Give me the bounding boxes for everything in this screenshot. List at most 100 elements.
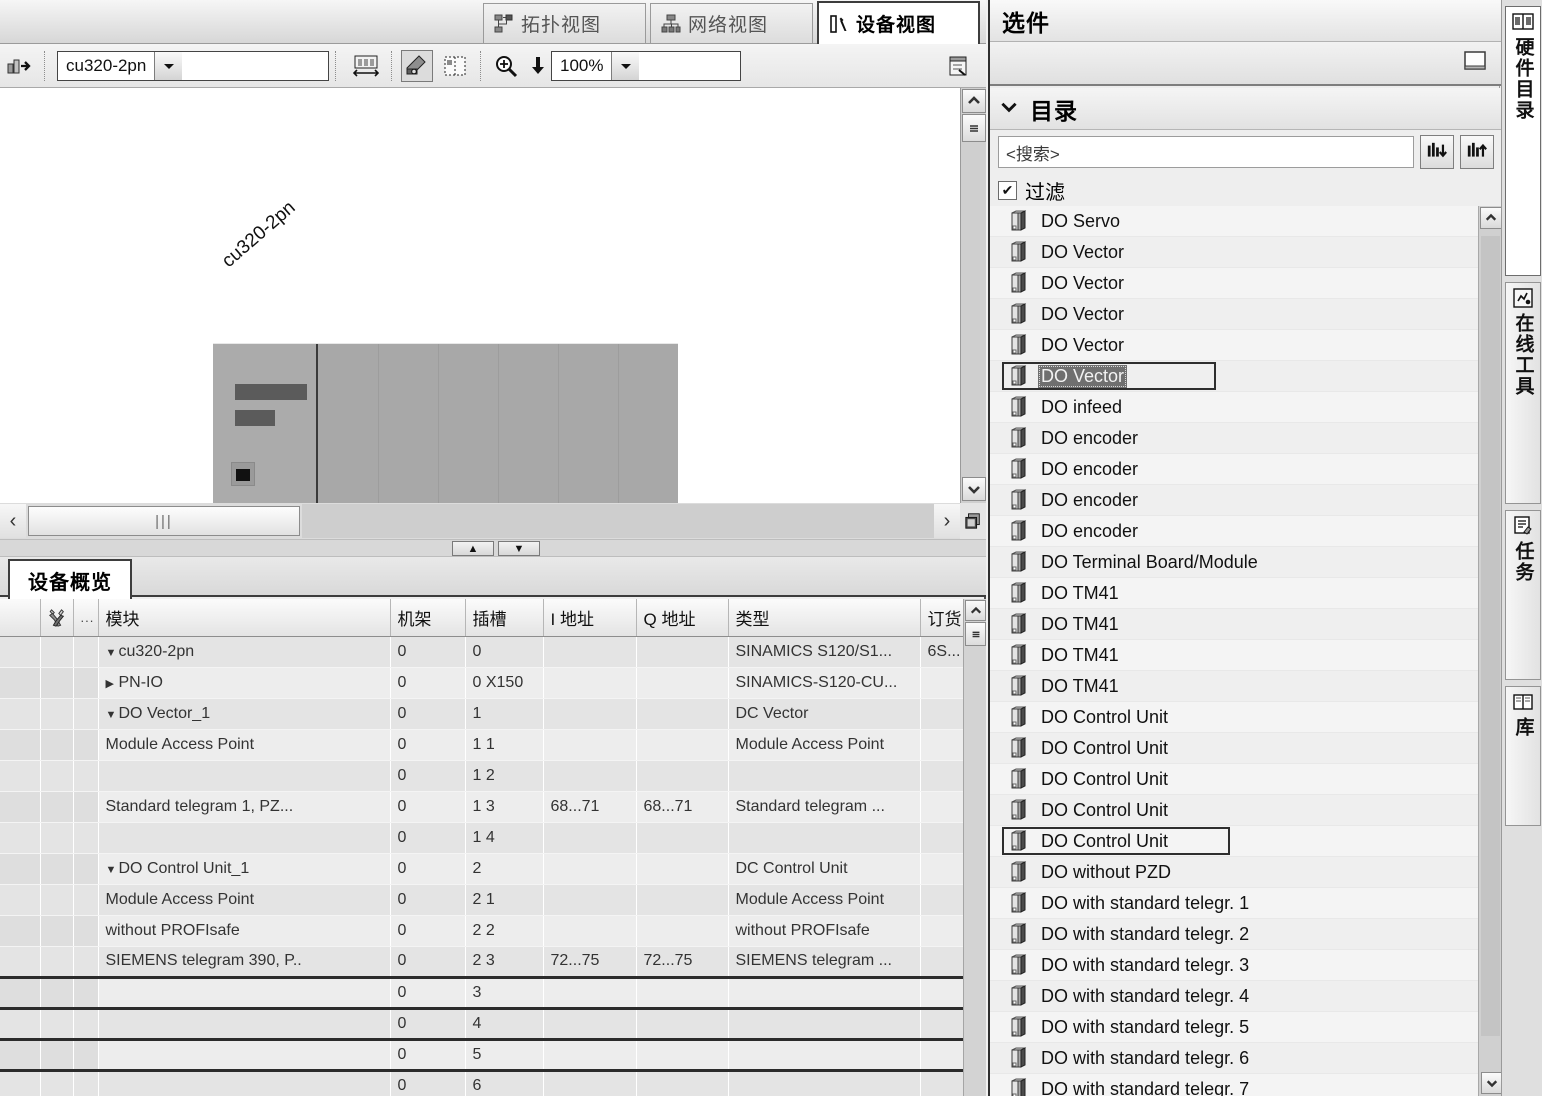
catalog-list-item[interactable]: DO encoder <box>990 485 1478 516</box>
editor-splitter[interactable]: ▲ ▼ <box>0 539 986 557</box>
device-overview-table-wrap[interactable]: ... 模块 机架 插槽 I 地址 Q 地址 类型 订货 ▼ cu320-2pn 0… <box>0 599 986 1096</box>
catalog-list-item[interactable]: DO encoder <box>990 516 1478 547</box>
device-select-combo[interactable]: cu320-2pn <box>57 50 329 81</box>
maximize-pane-icon[interactable] <box>1462 48 1488 78</box>
col-wrench[interactable] <box>40 599 74 637</box>
canvas-vscrollbar[interactable] <box>960 88 986 503</box>
catalog-list-item[interactable]: DO Vector <box>990 361 1478 392</box>
col-slot[interactable]: 插槽 <box>465 599 544 637</box>
scroll-thumb-grip[interactable] <box>965 622 986 646</box>
col-order-number[interactable]: 订货 <box>920 599 964 637</box>
col-rack[interactable]: 机架 <box>390 599 466 637</box>
catalog-section-header[interactable]: 目录 <box>990 88 1502 130</box>
catalog-list-item[interactable]: DO Vector <box>990 330 1478 361</box>
tree-collapsed-icon[interactable]: ▶ <box>106 677 119 690</box>
cell-module[interactable]: ▼ cu320-2pn <box>98 636 391 668</box>
col-module[interactable]: 模块 <box>98 599 391 637</box>
catalog-list-item[interactable]: DO with standard telegr. 4 <box>990 981 1478 1012</box>
highlight-module-icon[interactable] <box>401 49 433 82</box>
tree-expanded-icon[interactable]: ▼ <box>106 647 119 659</box>
chevron-up-icon[interactable] <box>962 89 986 113</box>
restore-window-icon[interactable] <box>960 503 986 539</box>
cell-module[interactable]: ▼ DO Control Unit_1 <box>98 853 391 885</box>
show-grid-icon[interactable] <box>439 50 471 82</box>
catalog-vscrollbar[interactable] <box>1478 206 1503 1096</box>
chevron-up-icon[interactable] <box>1480 207 1502 229</box>
catalog-scroll-thumb[interactable] <box>1481 236 1500 1036</box>
chevron-down-icon[interactable] <box>1481 1072 1503 1094</box>
tab-topology-view[interactable]: 拓扑视图 <box>483 3 646 43</box>
side-tab-tasks[interactable]: 任务 <box>1505 510 1541 680</box>
chevron-down-icon[interactable] <box>611 51 640 80</box>
search-input[interactable]: <搜索> <box>998 136 1414 168</box>
table-row[interactable]: ▼ DO Vector_1 0 1 DC Vector <box>0 698 964 730</box>
zoom-icon[interactable] <box>490 50 522 82</box>
table-row[interactable]: Module Access Point 0 1 1 Module Access Poi… <box>0 729 964 761</box>
cell-module[interactable]: ▼ DO Vector_1 <box>98 698 391 730</box>
catalog-list-item[interactable]: DO infeed <box>990 392 1478 423</box>
catalog-list-item[interactable]: DO Control Unit <box>990 795 1478 826</box>
table-row[interactable]: 01 2 <box>0 760 964 792</box>
col-more[interactable]: ... <box>73 599 99 637</box>
tree-expanded-icon[interactable]: ▼ <box>106 864 119 876</box>
split-down-icon[interactable]: ▼ <box>498 541 540 556</box>
table-row[interactable]: Module Access Point 0 2 1 Module Access Poi… <box>0 884 964 916</box>
table-row[interactable]: 05 <box>0 1037 964 1071</box>
catalog-list-item[interactable]: DO encoder <box>990 454 1478 485</box>
chevron-down-icon[interactable] <box>154 51 183 80</box>
control-unit-module[interactable] <box>213 344 318 503</box>
zoom-level-combo[interactable]: 100% <box>551 50 741 81</box>
catalog-list-item[interactable]: DO encoder <box>990 423 1478 454</box>
chevron-down-icon[interactable] <box>962 477 986 501</box>
filter-checkbox[interactable]: ✔ <box>998 180 1017 200</box>
side-tab-libraries[interactable]: 库 <box>1505 686 1541 826</box>
col-i-address[interactable]: I 地址 <box>543 599 637 637</box>
cell-module[interactable]: Module Access Point <box>98 884 391 916</box>
tab-device-overview[interactable]: 设备概览 <box>8 559 132 599</box>
table-row[interactable]: ▼ cu320-2pn 0 0 SINAMICS S120/S1... 6S... <box>0 636 964 668</box>
catalog-list-item[interactable]: DO TM41 <box>990 671 1478 702</box>
catalog-list-item[interactable]: DO Control Unit <box>990 826 1478 857</box>
device-rack[interactable] <box>213 343 678 503</box>
table-vscrollbar[interactable] <box>963 599 986 1096</box>
catalog-item-list[interactable]: DO Servo DO Vector DO Vector DO Vector DO Ve… <box>990 206 1478 1096</box>
catalog-list-item[interactable]: DO Servo <box>990 206 1478 237</box>
search-up-icon[interactable] <box>1460 135 1494 169</box>
chevron-right-icon[interactable]: › <box>934 504 960 538</box>
side-tab-online-tools[interactable]: 在线工具 <box>1505 282 1541 504</box>
chevron-up-icon[interactable] <box>965 600 986 621</box>
tree-expanded-icon[interactable]: ▼ <box>106 709 119 721</box>
catalog-list-item[interactable]: DO Vector <box>990 299 1478 330</box>
overlay-window-icon[interactable] <box>942 50 974 82</box>
search-down-icon[interactable] <box>1420 135 1454 169</box>
table-row[interactable]: 04 <box>0 1006 964 1040</box>
device-insert-icon[interactable] <box>3 50 35 82</box>
catalog-list-item[interactable]: DO with standard telegr. 5 <box>990 1012 1478 1043</box>
chevron-left-icon[interactable]: ‹ <box>0 504 26 538</box>
cell-module[interactable] <box>98 975 391 1009</box>
scroll-thumb-grip[interactable] <box>962 114 986 142</box>
table-row[interactable]: SIEMENS telegram 390, P.. 0 2 3 72...75 72..… <box>0 946 964 978</box>
catalog-list-item[interactable]: DO TM41 <box>990 578 1478 609</box>
catalog-list-item[interactable]: DO with standard telegr. 1 <box>990 888 1478 919</box>
chevron-down-icon[interactable] <box>998 96 1020 122</box>
table-row[interactable]: Standard telegram 1, PZ... 0 1 3 68...71 68.… <box>0 791 964 823</box>
cell-module[interactable]: without PROFIsafe <box>98 915 391 947</box>
catalog-list-item[interactable]: DO with standard telegr. 6 <box>990 1043 1478 1074</box>
catalog-list-item[interactable]: DO with standard telegr. 7 <box>990 1074 1478 1096</box>
cell-module[interactable] <box>98 760 391 792</box>
hscroll-thumb[interactable]: ||| <box>28 506 300 536</box>
canvas-hscrollbar[interactable]: ‹ ||| › <box>0 503 960 539</box>
table-row[interactable]: ▶ PN-IO 0 0 X150 SINAMICS-S120-CU... <box>0 667 964 699</box>
catalog-list-item[interactable]: DO Control Unit <box>990 702 1478 733</box>
cell-module[interactable]: Module Access Point <box>98 729 391 761</box>
catalog-list-item[interactable]: DO Control Unit <box>990 733 1478 764</box>
tab-device-view[interactable]: 设备视图 <box>817 1 980 44</box>
catalog-list-item[interactable]: DO with standard telegr. 2 <box>990 919 1478 950</box>
cell-module[interactable] <box>98 1037 391 1071</box>
split-up-icon[interactable]: ▲ <box>452 541 494 556</box>
cell-module[interactable]: Standard telegram 1, PZ... <box>98 791 391 823</box>
catalog-list-item[interactable]: DO without PZD <box>990 857 1478 888</box>
col-q-address[interactable]: Q 地址 <box>636 599 729 637</box>
cell-module[interactable] <box>98 822 391 854</box>
